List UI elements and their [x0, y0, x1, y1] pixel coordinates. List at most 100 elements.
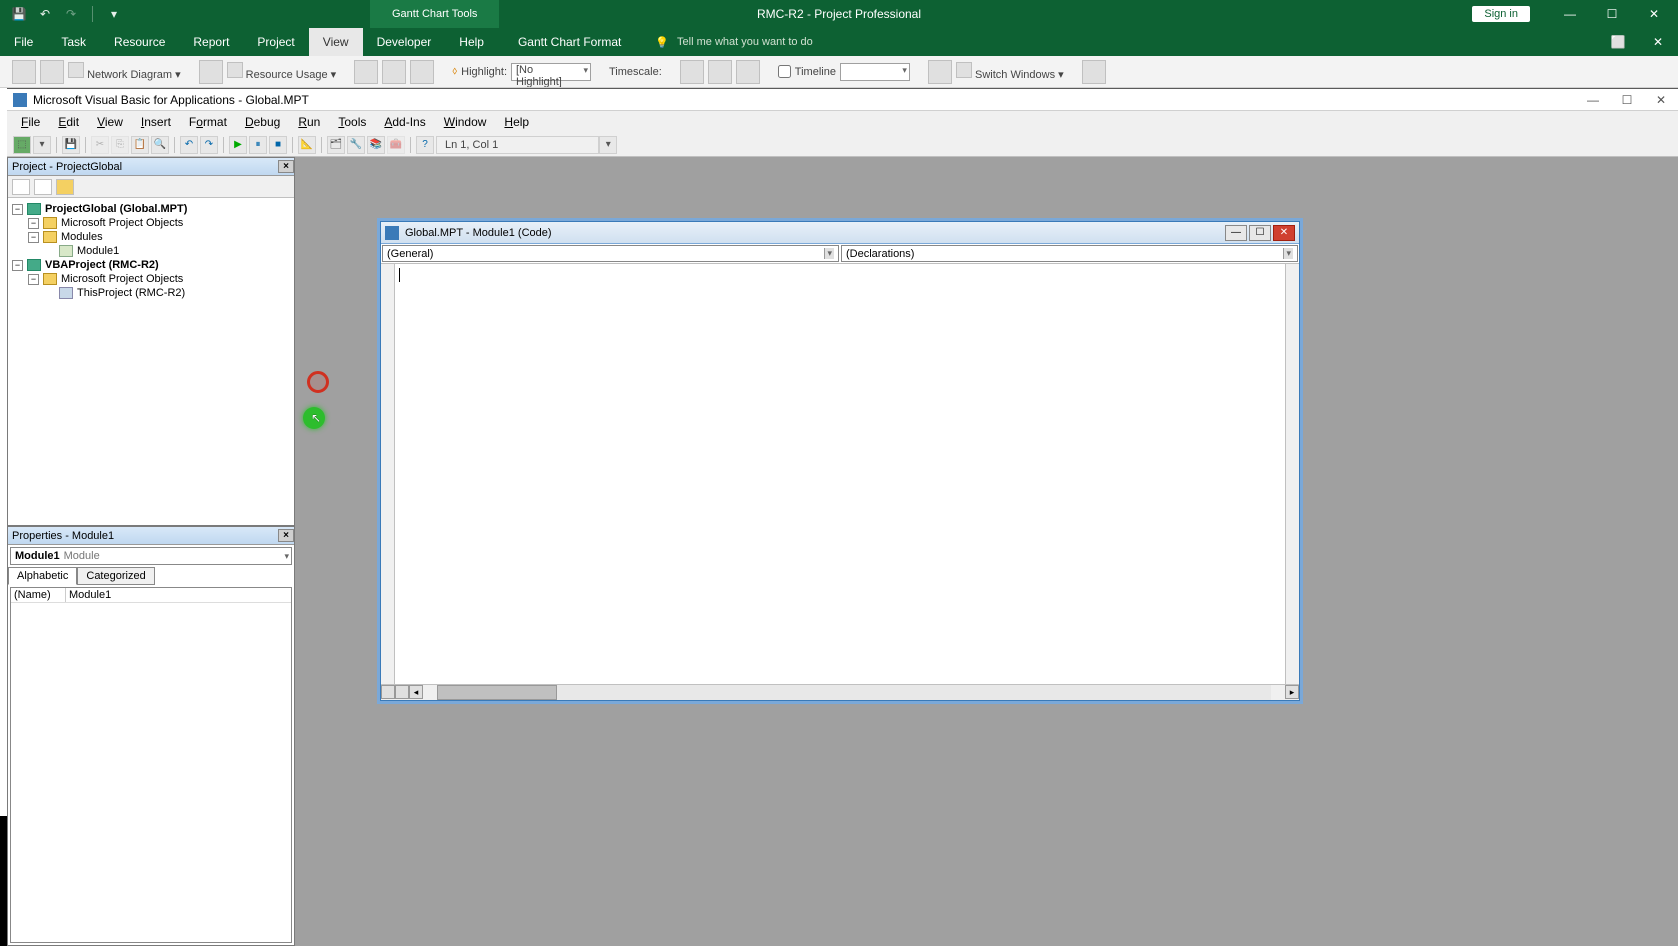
code-window-title-bar[interactable]: Global.MPT - Module1 (Code) — ☐ ✕ — [381, 222, 1299, 244]
save-icon[interactable]: 💾 — [62, 136, 80, 154]
break-icon[interactable]: ⏸ — [249, 136, 267, 154]
network-diagram-label[interactable]: Network Diagram — [87, 69, 172, 81]
undo-icon[interactable]: ↶ — [180, 136, 198, 154]
macros-icon[interactable] — [1082, 60, 1106, 84]
vertical-scrollbar[interactable] — [1285, 264, 1299, 684]
menu-file[interactable]: File — [13, 113, 48, 131]
tree-collapse-icon[interactable]: − — [12, 260, 23, 271]
tree-module1[interactable]: Module1 — [77, 245, 119, 257]
property-name-value[interactable]: Module1 — [66, 588, 291, 602]
redo-icon[interactable]: ↷ — [62, 5, 80, 23]
tab-file[interactable]: File — [0, 28, 47, 56]
tree-collapse-icon[interactable]: − — [28, 232, 39, 243]
toolbox-icon[interactable]: 🧰 — [387, 136, 405, 154]
view-code-icon[interactable] — [12, 179, 30, 195]
highlight-combo[interactable]: [No Highlight] — [511, 63, 591, 81]
tables-icon[interactable] — [410, 60, 434, 84]
new-window-icon[interactable] — [928, 60, 952, 84]
properties-grid[interactable]: (Name) Module1 — [10, 587, 292, 943]
entire-project-icon[interactable] — [708, 60, 732, 84]
view-object-icon[interactable] — [34, 179, 52, 195]
reset-icon[interactable]: ■ — [269, 136, 287, 154]
properties-tab-categorized[interactable]: Categorized — [77, 567, 154, 585]
tree-modules[interactable]: Modules — [61, 231, 103, 243]
copy-icon[interactable]: ⎘ — [111, 136, 129, 154]
code-procedure-combo[interactable]: (Declarations) — [841, 245, 1298, 262]
properties-object-combo[interactable]: Module1 Module — [10, 547, 292, 565]
tab-gantt-format[interactable]: Gantt Chart Format — [504, 28, 635, 56]
tab-view[interactable]: View — [309, 28, 363, 56]
vba-maximize-button[interactable]: ☐ — [1610, 90, 1644, 110]
code-object-combo[interactable]: (General) — [382, 245, 839, 262]
close-button[interactable]: ✕ — [1634, 0, 1674, 28]
procedure-view-button[interactable] — [381, 685, 395, 699]
gantt-chart-icon[interactable] — [12, 60, 36, 84]
cut-icon[interactable]: ✂ — [91, 136, 109, 154]
tab-help[interactable]: Help — [445, 28, 498, 56]
code-close-button[interactable]: ✕ — [1273, 225, 1295, 241]
tree-project-global[interactable]: ProjectGlobal (Global.MPT) — [45, 203, 187, 215]
team-planner-icon[interactable] — [199, 60, 223, 84]
menu-tools[interactable]: Tools — [330, 113, 374, 131]
menu-run[interactable]: Run — [290, 113, 328, 131]
menu-format[interactable]: Format — [181, 113, 235, 131]
timeline-combo[interactable] — [840, 63, 910, 81]
code-editor[interactable] — [395, 264, 1285, 684]
project-tree[interactable]: − ProjectGlobal (Global.MPT) − Microsoft… — [8, 198, 294, 525]
switch-windows-label[interactable]: Switch Windows — [975, 69, 1055, 81]
horizontal-scrollbar[interactable] — [437, 685, 1271, 700]
qat-customize-icon[interactable]: ▾ — [105, 5, 123, 23]
view-project-icon[interactable]: ⬚ — [13, 136, 31, 154]
signin-button[interactable]: Sign in — [1472, 6, 1530, 22]
tab-resource[interactable]: Resource — [100, 28, 179, 56]
minimize-button[interactable]: — — [1550, 0, 1590, 28]
tree-collapse-icon[interactable]: − — [12, 204, 23, 215]
vba-minimize-button[interactable]: — — [1576, 90, 1610, 110]
scrollbar-thumb[interactable] — [437, 685, 557, 700]
tab-developer[interactable]: Developer — [363, 28, 446, 56]
menu-view[interactable]: View — [89, 113, 131, 131]
zoom-icon[interactable] — [680, 60, 704, 84]
menu-help[interactable]: Help — [496, 113, 537, 131]
tree-collapse-icon[interactable]: − — [28, 218, 39, 229]
tree-thisproject[interactable]: ThisProject (RMC-R2) — [77, 287, 185, 299]
scroll-left-button[interactable]: ◂ — [409, 685, 423, 699]
tree-ms-objects2[interactable]: Microsoft Project Objects — [61, 273, 183, 285]
property-row[interactable]: (Name) Module1 — [11, 588, 291, 603]
toggle-folders-icon[interactable] — [56, 179, 74, 195]
vba-mdi-area[interactable]: Global.MPT - Module1 (Code) — ☐ ✕ (Gener… — [295, 157, 1678, 946]
menu-insert[interactable]: Insert — [133, 113, 179, 131]
sort-icon[interactable] — [354, 60, 378, 84]
tree-ms-objects[interactable]: Microsoft Project Objects — [61, 217, 183, 229]
tab-task[interactable]: Task — [47, 28, 100, 56]
ribbon-display-button[interactable]: ⬜ — [1598, 28, 1638, 56]
find-icon[interactable]: 🔍 — [151, 136, 169, 154]
menu-window[interactable]: Window — [436, 113, 495, 131]
design-mode-icon[interactable]: 📐 — [298, 136, 316, 154]
save-icon[interactable]: 💾 — [10, 5, 28, 23]
menu-edit[interactable]: Edit — [50, 113, 87, 131]
object-browser-icon[interactable]: 📚 — [367, 136, 385, 154]
code-maximize-button[interactable]: ☐ — [1249, 225, 1271, 241]
maximize-button[interactable]: ☐ — [1592, 0, 1632, 28]
menu-debug[interactable]: Debug — [237, 113, 288, 131]
properties-tab-alphabetic[interactable]: Alphabetic — [8, 567, 77, 585]
project-explorer-close-button[interactable]: × — [278, 160, 294, 173]
paste-icon[interactable]: 📋 — [131, 136, 149, 154]
vba-close-button[interactable]: ✕ — [1644, 90, 1678, 110]
resource-usage-label[interactable]: Resource Usage — [246, 69, 328, 81]
tree-collapse-icon[interactable]: − — [28, 274, 39, 285]
tab-report[interactable]: Report — [179, 28, 243, 56]
redo-icon[interactable]: ↷ — [200, 136, 218, 154]
task-usage-icon[interactable] — [40, 60, 64, 84]
toolbar-options-icon[interactable]: ▾ — [599, 136, 617, 154]
run-icon[interactable]: ▶ — [229, 136, 247, 154]
help-icon[interactable]: ? — [416, 136, 434, 154]
full-module-view-button[interactable] — [395, 685, 409, 699]
properties-close-button[interactable]: × — [278, 529, 294, 542]
code-minimize-button[interactable]: — — [1225, 225, 1247, 241]
tree-vbaproject[interactable]: VBAProject (RMC-R2) — [45, 259, 159, 271]
undo-icon[interactable]: ↶ — [36, 5, 54, 23]
menu-addins[interactable]: Add-Ins — [376, 113, 433, 131]
window-close-button[interactable]: ✕ — [1638, 28, 1678, 56]
